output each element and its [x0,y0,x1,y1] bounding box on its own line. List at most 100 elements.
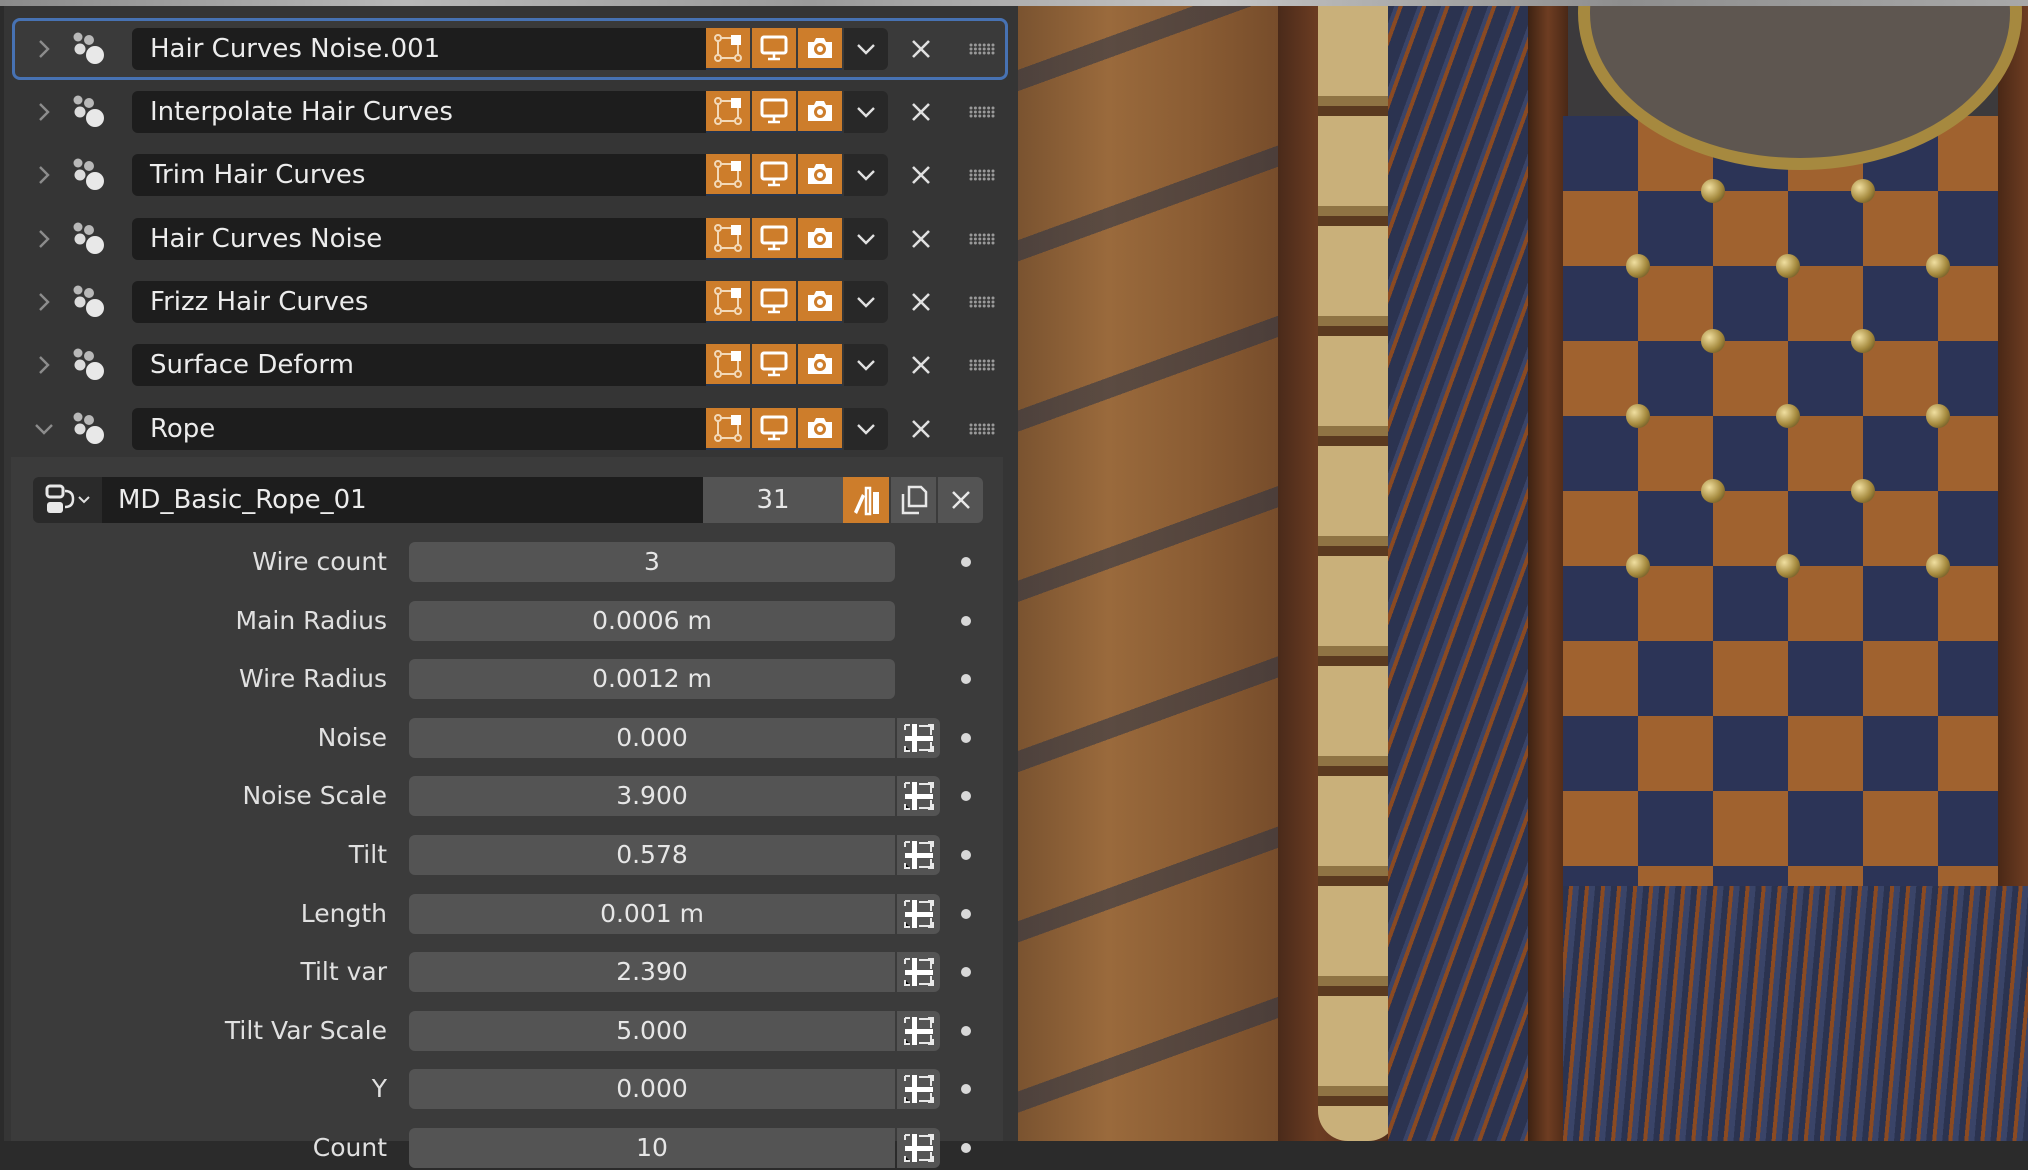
modifier-options-dropdown[interactable] [844,344,888,386]
render-toggle[interactable] [798,91,842,133]
keyframe-dot-icon[interactable] [961,733,971,743]
viewport-display-toggle[interactable] [752,91,796,133]
drag-handle[interactable] [962,281,1002,323]
chevron-right-icon[interactable] [33,101,55,123]
chevron-right-icon[interactable] [33,354,55,376]
viewport-display-toggle[interactable] [752,154,796,196]
chevron-right-icon[interactable] [33,291,55,313]
chevron-right-icon[interactable] [33,164,55,186]
duplicate-datablock-button[interactable] [891,477,936,523]
modifier-options-dropdown[interactable] [844,28,888,70]
render-toggle[interactable] [798,281,842,323]
edit-mode-toggle[interactable] [706,281,750,323]
node-group-user-count[interactable]: 31 [703,477,843,523]
viewport-display-toggle[interactable] [752,28,796,70]
parameter-value-field[interactable]: 10 [409,1128,895,1168]
viewport-display-toggle[interactable] [752,408,796,450]
modifier-name-field[interactable]: Rope [132,408,706,450]
modifier-name-field[interactable]: Trim Hair Curves [132,154,706,196]
keyframe-dot-icon[interactable] [961,616,971,626]
modifier-name-field[interactable]: Interpolate Hair Curves [132,91,706,133]
drag-handle[interactable] [962,28,1002,70]
remove-modifier-button[interactable] [900,218,942,260]
use-attribute-toggle[interactable] [897,718,940,758]
keyframe-dot-icon[interactable] [961,557,971,567]
chevron-down-icon[interactable] [33,418,55,440]
keyframe-dot-icon[interactable] [961,909,971,919]
modifier-options-dropdown[interactable] [844,408,888,450]
use-attribute-toggle[interactable] [897,1069,940,1109]
edit-mode-toggle[interactable] [706,218,750,260]
render-toggle[interactable] [798,218,842,260]
modifier-row[interactable]: Hair Curves Noise.001 [12,18,1008,80]
modifier-row[interactable]: Frizz Hair Curves [12,274,1002,330]
drag-handle[interactable] [962,408,1002,450]
render-toggle[interactable] [798,28,842,70]
modifier-name-field[interactable]: Hair Curves Noise.001 [132,28,706,70]
modifier-row[interactable]: Surface Deform [12,337,1002,393]
edit-mode-toggle[interactable] [706,91,750,133]
chevron-right-icon[interactable] [33,38,55,60]
parameter-value-field[interactable]: 2.390 [409,952,895,992]
parameter-value-field[interactable]: 3.900 [409,776,895,816]
render-toggle[interactable] [798,344,842,386]
drag-handle[interactable] [962,344,1002,386]
keyframe-dot-icon[interactable] [961,850,971,860]
parameter-value-field[interactable]: 0.0006 m [409,601,895,641]
unlink-datablock-button[interactable] [938,477,983,523]
edit-mode-toggle[interactable] [706,154,750,196]
remove-modifier-button[interactable] [900,28,942,70]
modifier-name-field[interactable]: Hair Curves Noise [132,218,706,260]
use-attribute-toggle[interactable] [897,1011,940,1051]
node-group-name-field[interactable]: MD_Basic_Rope_01 [102,477,703,523]
remove-modifier-button[interactable] [900,408,942,450]
drag-handle[interactable] [962,154,1002,196]
viewport-display-toggle[interactable] [752,281,796,323]
parameter-value-field[interactable]: 0.0012 m [409,659,895,699]
remove-modifier-button[interactable] [900,154,942,196]
keyframe-dot-icon[interactable] [961,791,971,801]
drag-handle[interactable] [962,218,1002,260]
use-attribute-toggle[interactable] [897,1128,940,1168]
drag-handle[interactable] [962,91,1002,133]
viewport-render[interactable] [1018,6,2028,1141]
parameter-value-field[interactable]: 0.000 [409,1069,895,1109]
viewport-display-toggle[interactable] [752,344,796,386]
modifier-row[interactable]: Trim Hair Curves [12,147,1002,203]
keyframe-dot-icon[interactable] [961,1084,971,1094]
use-attribute-toggle[interactable] [897,894,940,934]
fake-user-button[interactable] [843,477,889,523]
parameter-value-field[interactable]: 3 [409,542,895,582]
edit-mode-toggle[interactable] [706,408,750,450]
remove-modifier-button[interactable] [900,91,942,133]
modifier-row[interactable]: Interpolate Hair Curves [12,84,1002,140]
modifier-options-dropdown[interactable] [844,281,888,323]
viewport-display-toggle[interactable] [752,218,796,260]
keyframe-dot-icon[interactable] [961,674,971,684]
modifier-name-field[interactable]: Frizz Hair Curves [132,281,706,323]
modifier-row[interactable]: Rope [12,401,1002,457]
edit-mode-toggle[interactable] [706,344,750,386]
node-group-browse-button[interactable] [33,477,102,523]
use-attribute-toggle[interactable] [897,952,940,992]
modifier-name-field[interactable]: Surface Deform [132,344,706,386]
modifier-options-dropdown[interactable] [844,218,888,260]
keyframe-dot-icon[interactable] [961,1143,971,1153]
parameter-value-field[interactable]: 0.578 [409,835,895,875]
parameter-value-field[interactable]: 0.000 [409,718,895,758]
edit-mode-toggle[interactable] [706,28,750,70]
remove-modifier-button[interactable] [900,344,942,386]
parameter-value-field[interactable]: 5.000 [409,1011,895,1051]
modifier-row[interactable]: Hair Curves Noise [12,211,1002,267]
keyframe-dot-icon[interactable] [961,967,971,977]
modifier-options-dropdown[interactable] [844,154,888,196]
remove-modifier-button[interactable] [900,281,942,323]
chevron-right-icon[interactable] [33,228,55,250]
use-attribute-toggle[interactable] [897,776,940,816]
modifier-options-dropdown[interactable] [844,91,888,133]
use-attribute-toggle[interactable] [897,835,940,875]
keyframe-dot-icon[interactable] [961,1026,971,1036]
parameter-value-field[interactable]: 0.001 m [409,894,895,934]
render-toggle[interactable] [798,154,842,196]
render-toggle[interactable] [798,408,842,450]
